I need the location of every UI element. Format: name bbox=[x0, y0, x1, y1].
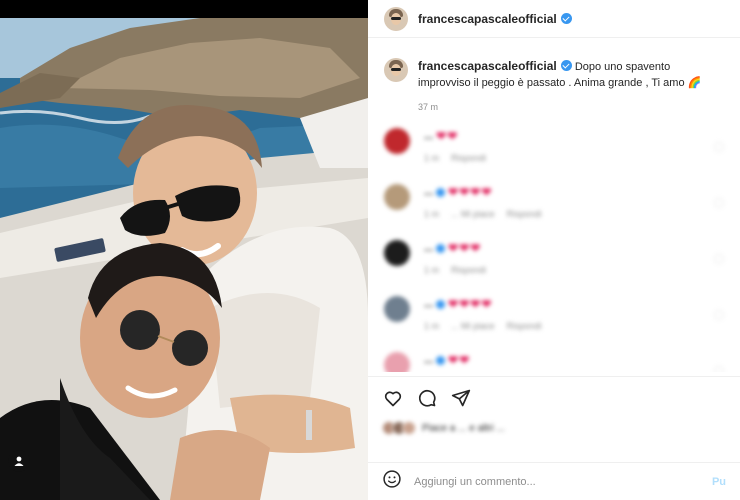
comment-meta: 1 m ... Mi piace Rispondi bbox=[424, 209, 542, 219]
comment-input[interactable] bbox=[414, 475, 704, 488]
verified-icon bbox=[436, 243, 446, 253]
comment-text: ❤❤❤ bbox=[448, 241, 482, 255]
share-icon[interactable] bbox=[450, 387, 472, 409]
comment-meta-item[interactable]: 1 m bbox=[424, 265, 439, 275]
reply-button[interactable]: Rispondi bbox=[451, 153, 486, 163]
commenter-avatar[interactable] bbox=[384, 184, 410, 210]
post-header: francescapascaleofficial bbox=[368, 0, 740, 38]
commenter-username[interactable]: ... bbox=[424, 298, 433, 310]
comment-icon[interactable] bbox=[416, 387, 438, 409]
comment-meta: 1 m Rispondi bbox=[424, 265, 486, 275]
commenter-avatar[interactable] bbox=[384, 352, 410, 372]
comment-like-icon[interactable] bbox=[714, 198, 724, 208]
comment-meta-item[interactable]: 1 m bbox=[424, 153, 439, 163]
verified-icon bbox=[560, 13, 572, 24]
likes-summary[interactable]: Piace a ... e altri ... bbox=[382, 421, 726, 435]
photo-image bbox=[0, 18, 368, 500]
reply-button[interactable]: Rispondi bbox=[507, 209, 542, 219]
caption-username[interactable]: francescapascaleofficial bbox=[418, 59, 557, 73]
comment-item: ...❤❤1 mRispondi bbox=[368, 346, 740, 372]
post-side-panel: francescapascaleofficial francescapascal… bbox=[368, 0, 740, 500]
post-photo[interactable] bbox=[0, 18, 368, 500]
verified-icon bbox=[560, 60, 572, 71]
comment-meta-item[interactable]: 1 m bbox=[424, 321, 439, 331]
reply-button[interactable]: Rispondi bbox=[451, 265, 486, 275]
user-tag-icon[interactable] bbox=[8, 450, 30, 472]
comment-meta-item[interactable]: ... Mi piace bbox=[451, 321, 495, 331]
comment-text: ❤❤❤❤ bbox=[448, 297, 493, 311]
emoji-icon[interactable] bbox=[382, 469, 402, 494]
comment-meta: 1 m ... Mi piace Rispondi bbox=[424, 321, 542, 331]
commenter-username[interactable]: ... bbox=[424, 186, 433, 198]
caption-time[interactable]: 37 m bbox=[418, 99, 724, 115]
commenter-avatar[interactable] bbox=[384, 240, 410, 266]
commenter-avatar[interactable] bbox=[384, 128, 410, 154]
comment-like-icon[interactable] bbox=[714, 254, 724, 264]
author-username[interactable]: francescapascaleofficial bbox=[418, 12, 557, 26]
comment-text: ❤❤ bbox=[448, 353, 471, 367]
comment-item: ...❤❤ 1 m Rispondi bbox=[368, 122, 740, 178]
comment-like-icon[interactable] bbox=[714, 142, 724, 152]
caption: francescapascaleofficial Dopo uno spaven… bbox=[368, 38, 740, 115]
commenter-username[interactable]: ... bbox=[424, 354, 433, 366]
comment-item: ... ❤❤❤❤ 1 m ... Mi piace Rispondi bbox=[368, 178, 740, 234]
comment-text: ❤❤❤❤ bbox=[448, 185, 493, 199]
commenter-avatar[interactable] bbox=[384, 296, 410, 322]
post-comment-button[interactable]: Pu bbox=[712, 476, 726, 488]
comment-like-icon[interactable] bbox=[714, 366, 724, 372]
commenter-username[interactable]: ... bbox=[424, 130, 433, 142]
comment-like-icon[interactable] bbox=[714, 310, 724, 320]
comment-meta-item[interactable]: ... Mi piace bbox=[451, 209, 495, 219]
post-date bbox=[382, 437, 726, 446]
author-avatar[interactable] bbox=[384, 6, 408, 31]
reply-button[interactable]: Rispondi bbox=[507, 321, 542, 331]
comment-item: ... ❤❤❤ 1 m Rispondi bbox=[368, 234, 740, 290]
comment-item: ... ❤❤❤❤ 1 m ... Mi piace Rispondi bbox=[368, 290, 740, 346]
verified-icon bbox=[436, 355, 446, 365]
comment-text: ❤❤ bbox=[436, 129, 459, 143]
comment-meta-item[interactable]: 1 m bbox=[424, 209, 439, 219]
comment-list: ... ❤❤ 1 m Rispondi... ❤❤❤❤ 1 m... Mi piace Ri… bbox=[368, 122, 740, 372]
heart-icon[interactable] bbox=[382, 387, 404, 409]
verified-icon bbox=[436, 187, 446, 197]
commenter-username[interactable]: ... bbox=[424, 242, 433, 254]
comment-meta: 1 m Rispondi bbox=[424, 153, 486, 163]
action-bar: Piace a ... e altri ... bbox=[368, 376, 740, 442]
caption-avatar[interactable] bbox=[384, 58, 408, 82]
add-comment-bar: Pu bbox=[368, 462, 740, 500]
likes-text: Piace a ... e altri ... bbox=[422, 422, 505, 434]
verified-icon bbox=[436, 299, 446, 309]
